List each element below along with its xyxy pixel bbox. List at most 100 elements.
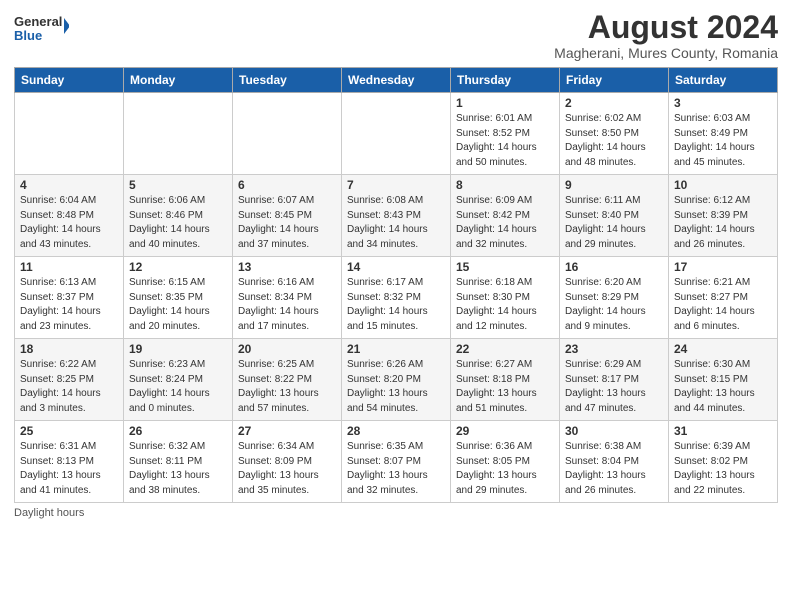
day-info: Sunrise: 6:25 AM Sunset: 8:22 PM Dayligh… [238,358,336,416]
week-row-2: 11 Sunrise: 6:13 AM Sunset: 8:37 PM Dayli… [15,257,778,339]
day-info: Sunrise: 6:30 AM Sunset: 8:15 PM Dayligh… [674,358,772,416]
day-cell: 4 Sunrise: 6:04 AM Sunset: 8:48 PM Daylig… [15,175,124,257]
day-cell: 3Sunrise: 6:03 AM Sunset: 8:49 PM Daylig… [669,93,778,175]
day-info: Sunrise: 6:11 AM Sunset: 8:40 PM Dayligh… [565,194,663,252]
day-info: Sunrise: 6:04 AM Sunset: 8:48 PM Dayligh… [20,194,118,252]
day-info: Sunrise: 6:35 AM Sunset: 8:07 PM Dayligh… [347,440,445,498]
svg-text:Blue: Blue [14,28,42,43]
day-number: 19 [129,342,227,356]
day-info: Sunrise: 6:12 AM Sunset: 8:39 PM Dayligh… [674,194,772,252]
day-number: 7 [347,178,445,192]
day-number: 2 [565,96,663,110]
day-info: Sunrise: 6:26 AM Sunset: 8:20 PM Dayligh… [347,358,445,416]
day-info: Sunrise: 6:27 AM Sunset: 8:18 PM Dayligh… [456,358,554,416]
calendar-header-row: SundayMondayTuesdayWednesdayThursdayFrid… [15,68,778,93]
day-cell: 23 Sunrise: 6:29 AM Sunset: 8:17 PM Dayli… [560,339,669,421]
day-number: 4 [20,178,118,192]
day-cell [15,93,124,175]
day-cell: 26Sunrise: 6:32 AM Sunset: 8:11 PM Dayli… [124,421,233,503]
day-info: Sunrise: 6:13 AM Sunset: 8:37 PM Dayligh… [20,276,118,334]
day-number: 8 [456,178,554,192]
day-header-tuesday: Tuesday [233,68,342,93]
day-number: 14 [347,260,445,274]
day-number: 13 [238,260,336,274]
day-number: 12 [129,260,227,274]
week-row-3: 18 Sunrise: 6:22 AM Sunset: 8:25 PM Dayli… [15,339,778,421]
day-number: 30 [565,424,663,438]
main-title: August 2024 [554,10,778,45]
day-cell: 12 Sunrise: 6:15 AM Sunset: 8:35 PM Dayli… [124,257,233,339]
day-info: Sunrise: 6:02 AM Sunset: 8:50 PM Dayligh… [565,112,663,170]
week-row-4: 25Sunrise: 6:31 AM Sunset: 8:13 PM Dayli… [15,421,778,503]
day-number: 11 [20,260,118,274]
title-area: August 2024 Magherani, Mures County, Rom… [554,10,778,61]
day-header-wednesday: Wednesday [342,68,451,93]
day-number: 20 [238,342,336,356]
footer-note: Daylight hours [14,507,778,519]
day-cell: 24 Sunrise: 6:30 AM Sunset: 8:15 PM Dayli… [669,339,778,421]
day-cell: 27 Sunrise: 6:34 AM Sunset: 8:09 PM Dayli… [233,421,342,503]
day-header-friday: Friday [560,68,669,93]
day-cell: 28 Sunrise: 6:35 AM Sunset: 8:07 PM Dayli… [342,421,451,503]
day-cell: 17Sunrise: 6:21 AM Sunset: 8:27 PM Dayli… [669,257,778,339]
day-number: 22 [456,342,554,356]
day-cell [124,93,233,175]
day-info: Sunrise: 6:18 AM Sunset: 8:30 PM Dayligh… [456,276,554,334]
day-cell [342,93,451,175]
day-number: 27 [238,424,336,438]
day-info: Sunrise: 6:23 AM Sunset: 8:24 PM Dayligh… [129,358,227,416]
calendar: SundayMondayTuesdayWednesdayThursdayFrid… [14,67,778,503]
day-cell: 15Sunrise: 6:18 AM Sunset: 8:30 PM Dayli… [451,257,560,339]
day-cell [233,93,342,175]
day-number: 10 [674,178,772,192]
day-header-thursday: Thursday [451,68,560,93]
logo-svg: General Blue [14,10,69,50]
day-cell: 30 Sunrise: 6:38 AM Sunset: 8:04 PM Dayli… [560,421,669,503]
day-cell: 5Sunrise: 6:06 AM Sunset: 8:46 PM Daylig… [124,175,233,257]
day-info: Sunrise: 6:15 AM Sunset: 8:35 PM Dayligh… [129,276,227,334]
week-row-0: 1 Sunrise: 6:01 AM Sunset: 8:52 PM Daylig… [15,93,778,175]
svg-text:General: General [14,14,62,29]
day-info: Sunrise: 6:07 AM Sunset: 8:45 PM Dayligh… [238,194,336,252]
day-cell: 29Sunrise: 6:36 AM Sunset: 8:05 PM Dayli… [451,421,560,503]
day-info: Sunrise: 6:36 AM Sunset: 8:05 PM Dayligh… [456,440,554,498]
day-cell: 8Sunrise: 6:09 AM Sunset: 8:42 PM Daylig… [451,175,560,257]
day-cell: 13 Sunrise: 6:16 AM Sunset: 8:34 PM Dayli… [233,257,342,339]
day-info: Sunrise: 6:22 AM Sunset: 8:25 PM Dayligh… [20,358,118,416]
logo: General Blue [14,10,69,50]
day-cell: 14 Sunrise: 6:17 AM Sunset: 8:32 PM Dayli… [342,257,451,339]
subtitle: Magherani, Mures County, Romania [554,45,778,61]
header: General Blue August 2024 Magherani, Mure… [14,10,778,61]
day-cell: 25Sunrise: 6:31 AM Sunset: 8:13 PM Dayli… [15,421,124,503]
day-info: Sunrise: 6:34 AM Sunset: 8:09 PM Dayligh… [238,440,336,498]
day-number: 18 [20,342,118,356]
day-cell: 20 Sunrise: 6:25 AM Sunset: 8:22 PM Dayli… [233,339,342,421]
day-cell: 16Sunrise: 6:20 AM Sunset: 8:29 PM Dayli… [560,257,669,339]
day-number: 5 [129,178,227,192]
day-number: 24 [674,342,772,356]
day-number: 25 [20,424,118,438]
week-row-1: 4 Sunrise: 6:04 AM Sunset: 8:48 PM Daylig… [15,175,778,257]
day-number: 9 [565,178,663,192]
day-cell: 6Sunrise: 6:07 AM Sunset: 8:45 PM Daylig… [233,175,342,257]
day-number: 23 [565,342,663,356]
day-info: Sunrise: 6:32 AM Sunset: 8:11 PM Dayligh… [129,440,227,498]
page: General Blue August 2024 Magherani, Mure… [0,0,792,612]
day-number: 28 [347,424,445,438]
day-info: Sunrise: 6:29 AM Sunset: 8:17 PM Dayligh… [565,358,663,416]
day-cell: 18 Sunrise: 6:22 AM Sunset: 8:25 PM Dayli… [15,339,124,421]
day-number: 17 [674,260,772,274]
day-number: 21 [347,342,445,356]
day-info: Sunrise: 6:17 AM Sunset: 8:32 PM Dayligh… [347,276,445,334]
day-number: 1 [456,96,554,110]
day-info: Sunrise: 6:16 AM Sunset: 8:34 PM Dayligh… [238,276,336,334]
day-number: 3 [674,96,772,110]
day-info: Sunrise: 6:01 AM Sunset: 8:52 PM Dayligh… [456,112,554,170]
day-cell: 2 Sunrise: 6:02 AM Sunset: 8:50 PM Daylig… [560,93,669,175]
day-info: Sunrise: 6:20 AM Sunset: 8:29 PM Dayligh… [565,276,663,334]
day-header-saturday: Saturday [669,68,778,93]
day-cell: 19 Sunrise: 6:23 AM Sunset: 8:24 PM Dayli… [124,339,233,421]
day-info: Sunrise: 6:08 AM Sunset: 8:43 PM Dayligh… [347,194,445,252]
day-header-monday: Monday [124,68,233,93]
day-info: Sunrise: 6:38 AM Sunset: 8:04 PM Dayligh… [565,440,663,498]
